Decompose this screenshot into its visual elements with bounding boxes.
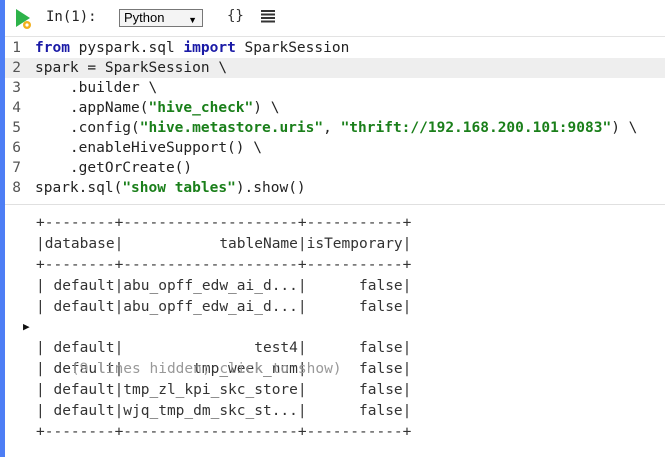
- code-line[interactable]: 6 .enableHiveSupport() \: [5, 138, 665, 158]
- code-token: ) \: [253, 100, 280, 116]
- hidden-lines-note[interactable]: (9 lines hidden; click to show): [71, 361, 342, 377]
- menu-lines-icon[interactable]: [261, 8, 275, 24]
- code-token: SparkSession: [235, 40, 350, 56]
- code-token: .appName(: [35, 100, 149, 116]
- line-number: 3: [12, 80, 21, 96]
- code-string: "thrift://192.168.200.101:9083": [340, 120, 612, 136]
- code-text[interactable]: .appName("hive_check") \: [35, 98, 280, 118]
- code-string: "hive.metastore.uris": [139, 120, 324, 136]
- line-number: 6: [12, 140, 21, 156]
- code-text[interactable]: spark.sql("show tables").show(): [35, 178, 306, 198]
- table-border: +--------+--------------------+---------…: [36, 215, 412, 231]
- code-line[interactable]: 1 from pyspark.sql import SparkSession: [5, 38, 665, 58]
- code-token: pyspark.sql: [69, 40, 184, 56]
- code-text[interactable]: .config("hive.metastore.uris", "thrift:/…: [35, 118, 637, 138]
- line-number: 8: [12, 180, 21, 196]
- code-keyword: from: [35, 40, 70, 56]
- code-text[interactable]: from pyspark.sql import SparkSession: [35, 38, 349, 58]
- table-row: | default|abu_opff_edw_ai_d...| false|: [36, 277, 412, 294]
- format-code-button[interactable]: {}: [227, 8, 244, 24]
- language-select-value: Python: [124, 10, 165, 25]
- output-divider: [5, 204, 665, 205]
- table-header: |database| tableName|isTemporary|: [36, 235, 412, 252]
- line-number: 5: [12, 120, 21, 136]
- table-row: | default|tmp_zl_kpi_skc_store| false|: [36, 382, 412, 399]
- code-token: .config(: [35, 120, 140, 136]
- line-number: 2: [12, 60, 21, 76]
- dropdown-arrow-icon: ▼: [188, 15, 197, 25]
- table-border: +--------+--------------------+---------…: [36, 423, 412, 440]
- code-token: .builder \: [35, 80, 158, 96]
- language-select[interactable]: Python ▼: [119, 9, 203, 27]
- code-line[interactable]: 3 .builder \: [5, 78, 665, 98]
- line-number: 7: [12, 160, 21, 176]
- code-token: ) \: [611, 120, 638, 136]
- code-text[interactable]: .builder \: [35, 78, 157, 98]
- expand-triangle-icon[interactable]: ▶: [23, 317, 30, 338]
- code-line[interactable]: 5 .config("hive.metastore.uris", "thrift…: [5, 118, 665, 138]
- code-token: .getOrCreate(): [35, 160, 193, 176]
- cell-output: +--------+--------------------+---------…: [23, 213, 412, 443]
- code-line[interactable]: 2 spark = SparkSession \: [5, 58, 665, 78]
- show-hidden-lines-toggle[interactable]: ▶ (9 lines hidden; click to show): [23, 317, 411, 377]
- code-keyword: import: [183, 40, 236, 56]
- table-row: | default|abu_opff_edw_ai_d...| false|: [36, 298, 412, 315]
- line-number: 1: [12, 40, 21, 56]
- table-row: | default| test4| false|: [36, 340, 412, 357]
- code-line[interactable]: 8 spark.sql("show tables").show(): [5, 178, 665, 198]
- code-editor[interactable]: 1 from pyspark.sql import SparkSession 2 sp…: [5, 38, 665, 202]
- cell-toolbar: In(1): Python ▼ {}: [5, 0, 665, 37]
- code-token: spark = SparkSession \: [35, 60, 228, 76]
- code-line[interactable]: 4 .appName("hive_check") \: [5, 98, 665, 118]
- code-token: spark.sql(: [35, 180, 123, 196]
- code-token: ).show(): [235, 180, 306, 196]
- table-border: +--------+--------------------+---------…: [36, 256, 412, 273]
- table-row: | default|wjq_tmp_dm_skc_st...| false|: [36, 403, 412, 420]
- code-token: ,: [323, 120, 341, 136]
- code-string: "hive_check": [148, 100, 254, 116]
- line-number: 4: [12, 100, 21, 116]
- code-text[interactable]: .getOrCreate(): [35, 158, 192, 178]
- run-cell-icon[interactable]: [13, 7, 35, 31]
- code-text[interactable]: .enableHiveSupport() \: [35, 138, 262, 158]
- code-text[interactable]: spark = SparkSession \: [35, 58, 227, 78]
- cell-label: In(1):: [46, 9, 97, 25]
- code-string: "show tables": [122, 180, 236, 196]
- code-token: .enableHiveSupport() \: [35, 140, 262, 156]
- code-line[interactable]: 7 .getOrCreate(): [5, 158, 665, 178]
